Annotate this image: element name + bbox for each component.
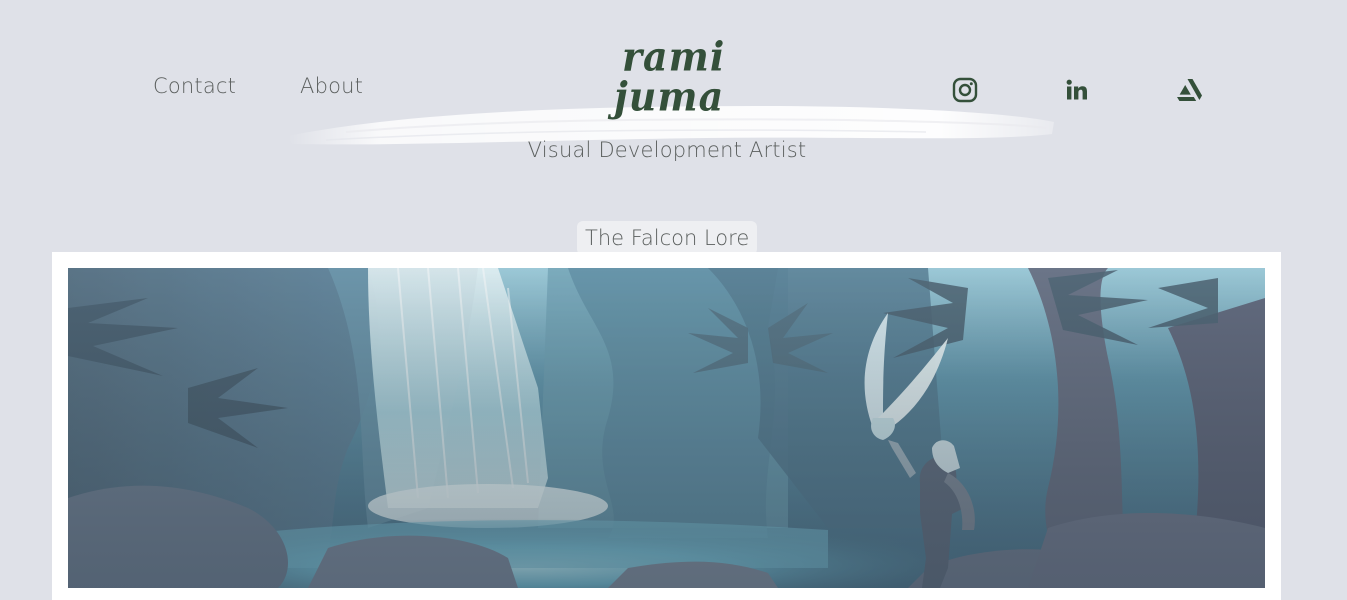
site-logo[interactable]: rami juma [612,32,734,126]
linkedin-link[interactable] [1063,76,1091,104]
nav-about-link[interactable]: About [300,74,363,98]
artstation-icon [1177,79,1202,101]
instagram-icon [952,77,978,103]
project-title-tag[interactable]: The Falcon Lore [577,221,758,255]
linkedin-icon [1066,79,1087,100]
logo-line-2: juma [614,72,725,121]
nav-contact-link[interactable]: Contact [153,74,236,98]
logo-line-1: rami [622,32,726,81]
falcon-lore-painting [68,268,1265,588]
site-subtitle: Visual Development Artist [527,138,807,162]
instagram-link[interactable] [951,76,979,104]
page: Contact About rami juma Visual Developme… [0,0,1347,600]
artstation-link[interactable] [1175,76,1203,104]
artwork-image[interactable] [68,268,1265,588]
